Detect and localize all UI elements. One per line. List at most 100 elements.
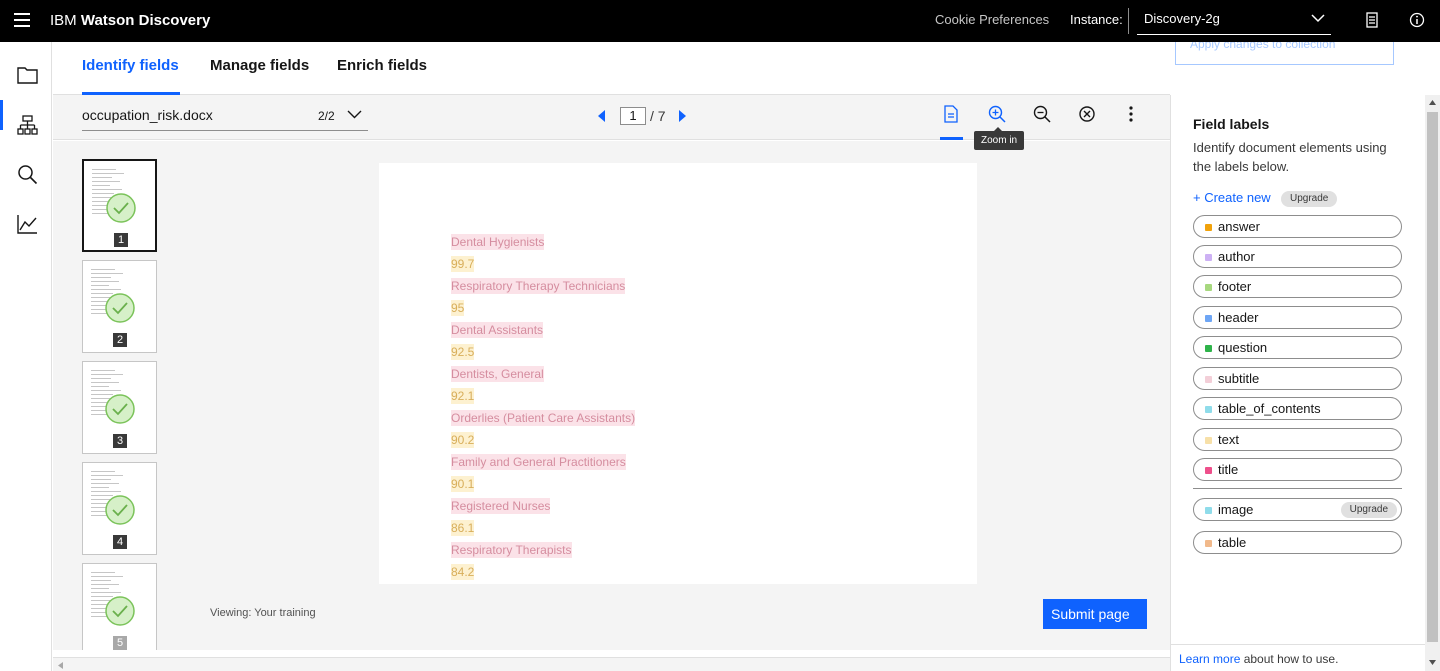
zoom-in-tooltip: Zoom in <box>974 127 1025 150</box>
total-pages: / 7 <box>650 108 666 124</box>
check-circle-icon <box>105 596 135 626</box>
instance-divider <box>1128 8 1129 34</box>
learn-more-link[interactable]: Learn more <box>1179 652 1240 666</box>
document-line[interactable]: Orderlies (Patient Care Assistants) <box>451 410 636 426</box>
label-color-swatch <box>1205 224 1212 231</box>
previous-page-icon[interactable] <box>598 110 606 122</box>
chevron-down-icon <box>1311 14 1325 23</box>
instance-label: Instance: <box>1070 12 1123 27</box>
apply-changes-button[interactable]: Apply changes to collection <box>1175 42 1394 65</box>
field-label-author[interactable]: author <box>1193 245 1402 268</box>
document-line[interactable]: 90.1 <box>451 476 475 492</box>
document-line[interactable]: Registered Nurses <box>451 498 551 514</box>
current-page-input[interactable]: 1 <box>620 107 646 125</box>
scroll-left-icon[interactable] <box>58 662 63 669</box>
info-icon[interactable] <box>1409 12 1425 28</box>
zoom-out-icon[interactable] <box>1033 105 1051 123</box>
hamburger-menu-icon[interactable] <box>14 13 30 27</box>
instance-select[interactable]: Discovery-2g <box>1137 4 1331 35</box>
next-page-icon[interactable] <box>678 110 686 122</box>
label-name: answer <box>1218 219 1260 234</box>
label-color-swatch <box>1205 284 1212 291</box>
thumbnail-page-number: 5 <box>113 636 127 650</box>
selected-view-indicator <box>940 137 963 140</box>
field-label-text[interactable]: text <box>1193 428 1402 451</box>
label-name: author <box>1218 249 1255 264</box>
document-count: 2/2 <box>318 109 335 123</box>
document-name: occupation_risk.docx <box>82 107 213 123</box>
learn-more-text: Learn more about how to use. <box>1179 652 1338 666</box>
field-label-question[interactable]: question <box>1193 336 1402 359</box>
upgrade-tag: Upgrade <box>1340 502 1397 518</box>
cookie-preferences-link[interactable]: Cookie Preferences <box>935 12 1049 27</box>
document-line[interactable]: 92.5 <box>451 344 475 360</box>
zoom-in-icon[interactable] <box>988 105 1006 123</box>
field-label-title[interactable]: title <box>1193 458 1402 481</box>
scroll-up-icon[interactable] <box>1429 100 1436 105</box>
label-color-swatch <box>1205 507 1212 514</box>
page-thumbnail[interactable]: 4 <box>82 462 157 555</box>
field-label-image[interactable]: image Upgrade <box>1193 498 1402 521</box>
brand-prefix: IBM <box>50 12 77 29</box>
document-page-canvas[interactable]: Dental Hygienists 99.7 Respiratory Thera… <box>379 163 977 584</box>
field-label-header[interactable]: header <box>1193 306 1402 329</box>
horizontal-scrollbar[interactable] <box>53 657 1170 671</box>
label-name: question <box>1218 340 1268 355</box>
field-label-answer[interactable]: answer <box>1193 215 1402 238</box>
top-header: IBM Watson Discovery Cookie Preferences … <box>0 0 1440 42</box>
label-color-swatch <box>1205 540 1212 547</box>
field-label-footer[interactable]: footer <box>1193 275 1402 298</box>
field-label-table[interactable]: table <box>1193 531 1402 554</box>
create-new-label-link[interactable]: + Create new <box>1193 190 1271 205</box>
field-labels-title: Field labels <box>1193 116 1270 132</box>
thumbnail-page-number: 4 <box>113 535 127 549</box>
label-name: table <box>1218 535 1247 550</box>
page-thumbnail[interactable]: 3 <box>82 361 157 454</box>
tab-identify-fields[interactable]: Identify fields <box>82 57 179 74</box>
tab-enrich-fields[interactable]: Enrich fields <box>337 57 427 74</box>
document-select[interactable]: occupation_risk.docx 2/2 <box>82 103 368 131</box>
labels-divider <box>1193 488 1402 489</box>
document-line[interactable]: Family and General Practitioners <box>451 454 626 470</box>
label-name: table_of_contents <box>1218 401 1321 416</box>
vertical-scrollbar[interactable] <box>1425 95 1440 671</box>
document-line[interactable]: Dental Assistants <box>451 322 544 338</box>
analytics-chart-icon[interactable] <box>17 214 38 234</box>
label-color-swatch <box>1205 437 1212 444</box>
field-label-subtitle[interactable]: subtitle <box>1193 367 1402 390</box>
thumbnail-page-number: 1 <box>114 233 128 247</box>
learn-more-rest: about how to use. <box>1240 652 1339 666</box>
document-line[interactable]: 95 <box>451 300 465 316</box>
document-line[interactable]: Dentists, General <box>451 366 544 382</box>
overflow-menu-icon[interactable] <box>1128 105 1134 123</box>
document-line[interactable]: 92.1 <box>451 388 475 404</box>
brand-title: IBM Watson Discovery <box>50 12 210 29</box>
page-thumbnail[interactable]: 1 <box>82 159 157 252</box>
label-color-swatch <box>1205 345 1212 352</box>
document-line[interactable]: 84.2 <box>451 564 475 580</box>
search-icon[interactable] <box>17 164 38 185</box>
document-icon[interactable] <box>1366 12 1378 28</box>
clear-circle-icon[interactable] <box>1078 105 1096 123</box>
label-color-swatch <box>1205 254 1212 261</box>
page-thumbnail[interactable]: 5 <box>82 563 157 650</box>
field-labels-description: Identify document elements using the lab… <box>1193 140 1387 174</box>
folder-icon[interactable] <box>17 66 38 84</box>
document-line[interactable]: 90.2 <box>451 432 475 448</box>
check-circle-icon <box>105 293 135 323</box>
document-line[interactable]: Dental Hygienists <box>451 234 545 250</box>
hierarchy-icon[interactable] <box>17 115 38 135</box>
document-line[interactable]: Respiratory Therapy Technicians <box>451 278 626 294</box>
document-line[interactable]: 99.7 <box>451 256 475 272</box>
scroll-down-icon[interactable] <box>1429 660 1436 665</box>
document-line[interactable]: Respiratory Therapists <box>451 542 572 558</box>
tab-manage-fields[interactable]: Manage fields <box>210 57 309 74</box>
document-line[interactable]: 86.1 <box>451 520 475 536</box>
scrollbar-thumb[interactable] <box>1427 112 1438 642</box>
document-view-icon[interactable] <box>944 105 958 123</box>
field-label-table-of-contents[interactable]: table_of_contents <box>1193 397 1402 420</box>
tab-bar: Identify fields Manage fields Enrich fie… <box>53 42 1170 95</box>
page-thumbnail[interactable]: 2 <box>82 260 157 353</box>
submit-page-button[interactable]: Submit page <box>1043 599 1147 629</box>
label-name: subtitle <box>1218 371 1260 386</box>
